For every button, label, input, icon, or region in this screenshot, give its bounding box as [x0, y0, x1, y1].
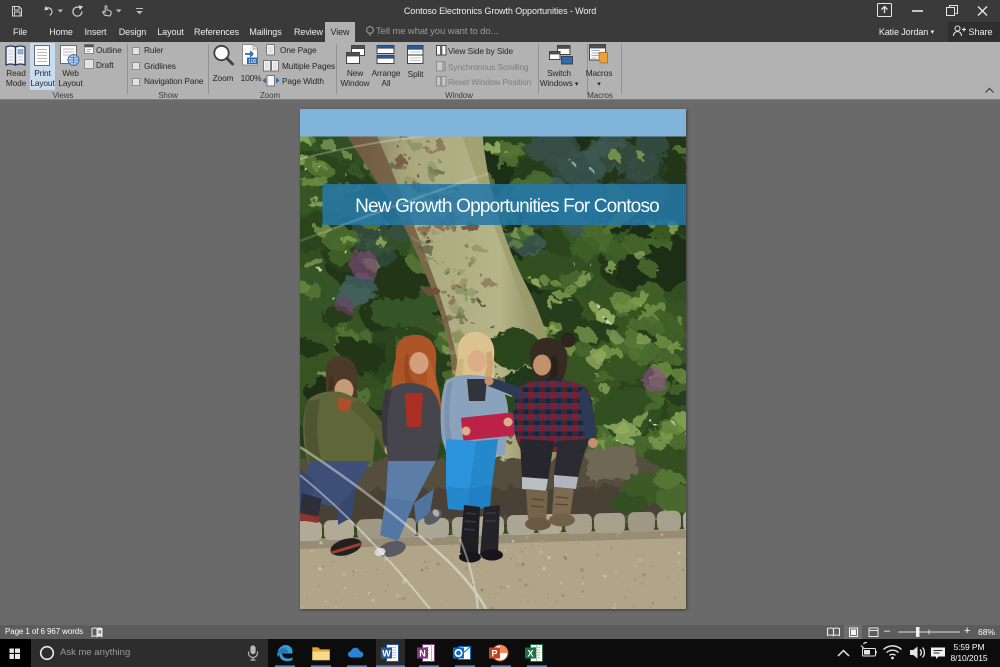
svg-text:W: W — [382, 649, 391, 659]
svg-text:New Growth Opportunities For C: New Growth Opportunities For Contoso — [355, 196, 659, 217]
svg-text:X: X — [527, 649, 533, 659]
svg-text:N: N — [419, 649, 426, 659]
svg-text:P: P — [491, 649, 497, 659]
svg-text:100: 100 — [248, 59, 256, 65]
